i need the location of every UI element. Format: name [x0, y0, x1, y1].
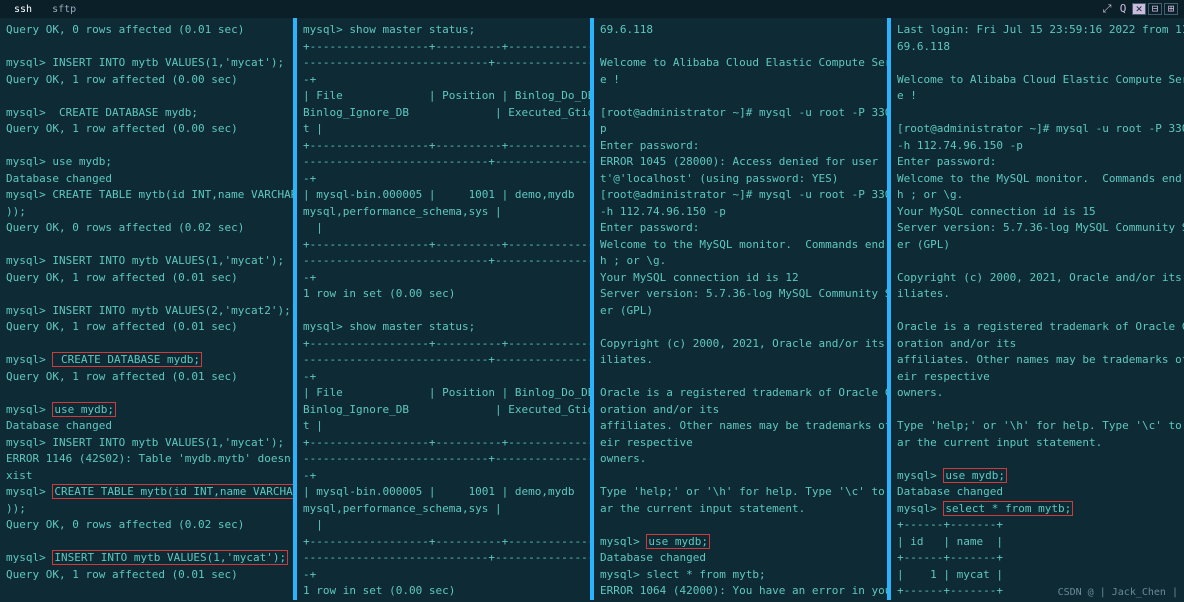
search-icon[interactable]: Q: [1116, 3, 1130, 15]
terminal-col-4[interactable]: Last login: Fri Jul 15 23:59:16 2022 fro…: [891, 18, 1184, 600]
split-v-icon[interactable]: ⊞: [1164, 3, 1178, 15]
terminal-col-2[interactable]: mysql> show master status; +------------…: [297, 18, 594, 600]
highlight: CREATE DATABASE mydb;: [52, 352, 202, 367]
expand-icon[interactable]: ⤢: [1100, 3, 1114, 15]
highlight: INSERT INTO mytb VALUES(1,'mycat');: [52, 550, 288, 565]
highlight: use mydb;: [646, 534, 710, 549]
split-h-icon[interactable]: ⊟: [1148, 3, 1162, 15]
tabs: ssh sftp: [6, 1, 84, 18]
watermark: CSDN @ | Jack_Chen |: [1058, 585, 1178, 600]
close-icon[interactable]: ✕: [1132, 3, 1146, 15]
tab-ssh[interactable]: ssh: [6, 1, 40, 18]
highlight: use mydb;: [943, 468, 1007, 483]
tab-sftp[interactable]: sftp: [44, 1, 84, 18]
window-tools: ⤢ Q ✕ ⊟ ⊞: [1100, 3, 1178, 15]
terminal-col-1[interactable]: Query OK, 0 rows affected (0.01 sec) mys…: [0, 18, 297, 600]
highlight: CREATE TABLE mytb(id INT,name VARCHAR(30: [52, 484, 297, 499]
terminal-col-3[interactable]: 69.6.118 Welcome to Alibaba Cloud Elasti…: [594, 18, 891, 600]
header: ssh sftp ⤢ Q ✕ ⊟ ⊞: [0, 0, 1184, 18]
highlight: use mydb;: [52, 402, 116, 417]
highlight: select * from mytb;: [943, 501, 1073, 516]
terminal-columns: Query OK, 0 rows affected (0.01 sec) mys…: [0, 18, 1184, 600]
